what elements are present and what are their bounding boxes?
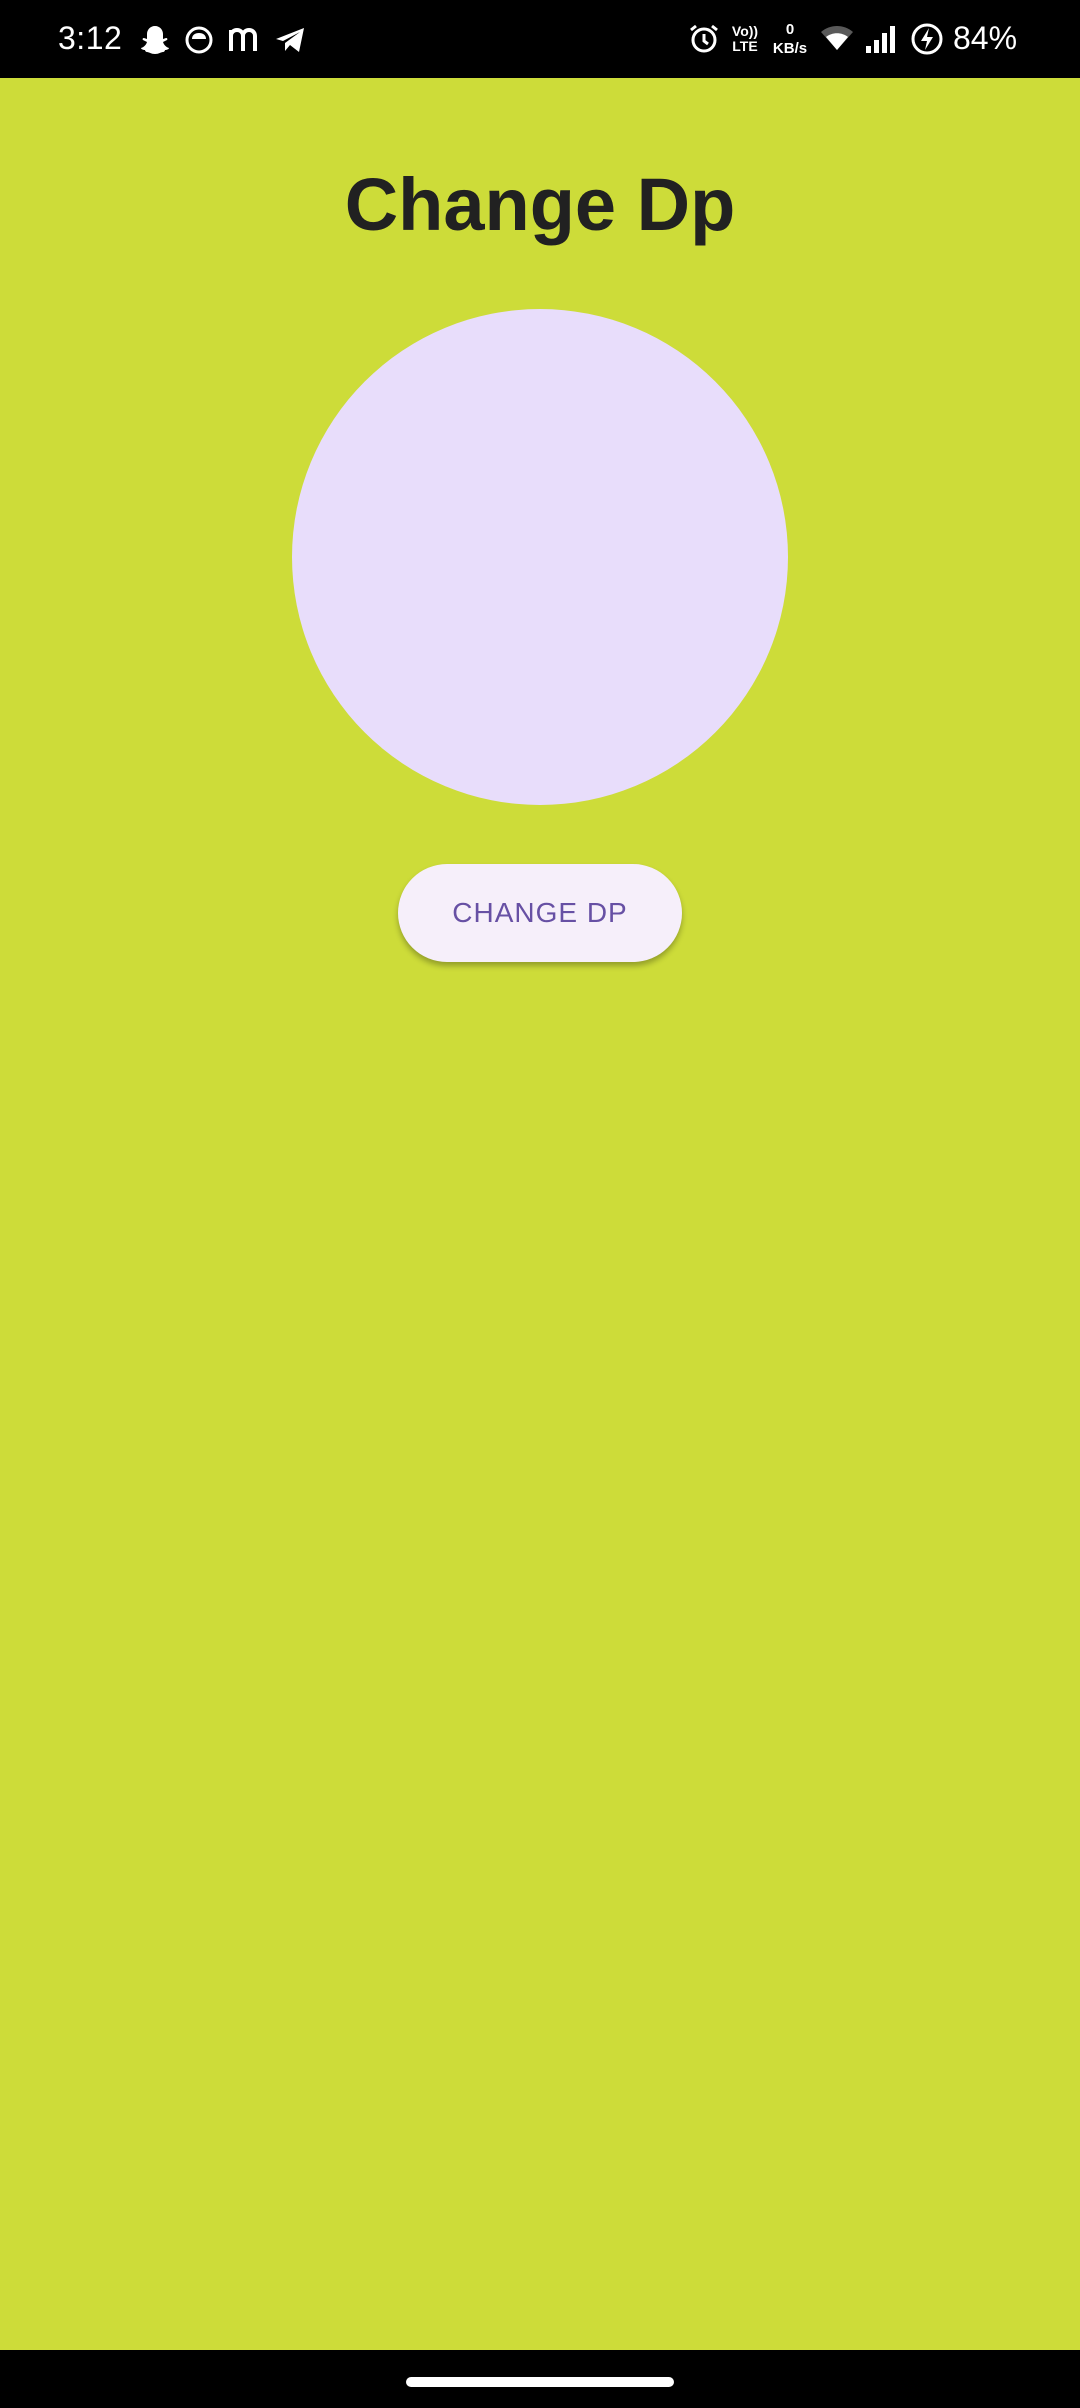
volte-indicator: Vo)) LTE xyxy=(728,24,762,54)
m-icon xyxy=(228,27,260,53)
home-indicator[interactable] xyxy=(406,2377,674,2387)
volte-line2: LTE xyxy=(732,38,758,54)
volte-line1: Vo)) xyxy=(731,23,759,39)
snapchat-icon xyxy=(140,24,170,56)
app-screen: Change Dp CHANGE DP xyxy=(0,78,1080,2350)
battery-percent: 84% xyxy=(953,20,1018,56)
telegram-icon xyxy=(274,26,306,54)
notification-icons xyxy=(140,22,306,58)
app-icon xyxy=(184,25,214,55)
battery-charging-icon xyxy=(910,22,944,61)
net-speed-unit: KB/s xyxy=(772,40,808,57)
alarm-icon xyxy=(688,23,720,60)
navigation-bar xyxy=(0,2350,1080,2408)
page-title: Change Dp xyxy=(344,163,736,246)
profile-picture xyxy=(292,309,788,805)
net-speed-value: 0 xyxy=(785,21,795,38)
signal-icon xyxy=(864,24,898,59)
status-time: 3:12 xyxy=(58,20,123,56)
status-bar: 3:12 Vo)) LTE 0 KB/s 84% xyxy=(0,0,1080,78)
wifi-icon xyxy=(820,24,854,57)
change-dp-button[interactable]: CHANGE DP xyxy=(398,864,682,962)
net-speed: 0 KB/s xyxy=(768,20,812,58)
